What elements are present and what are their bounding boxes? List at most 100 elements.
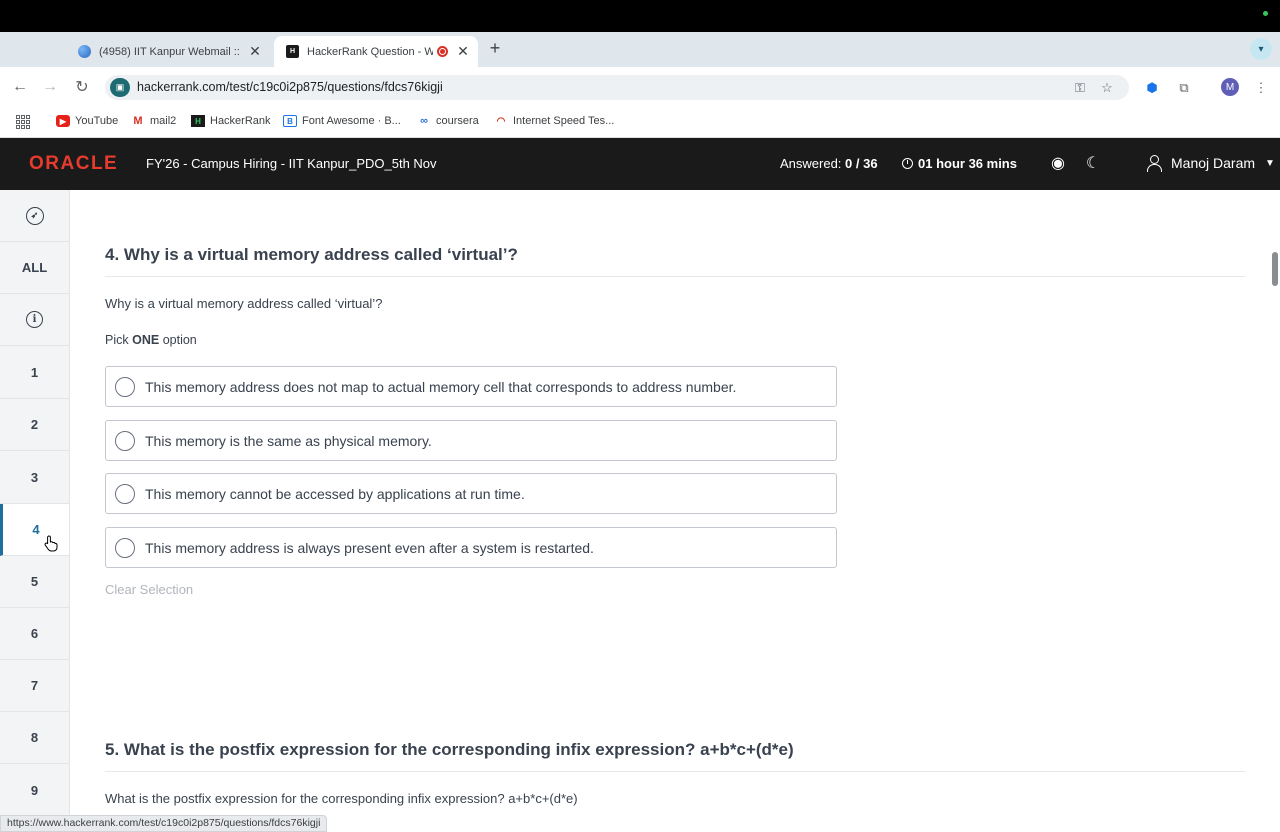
recording-icon (437, 46, 448, 57)
option-label: This memory address is always present ev… (145, 539, 594, 556)
sidebar-item-compass[interactable]: ➶ (0, 190, 69, 242)
user-icon (1146, 154, 1162, 172)
hand-cursor-icon (44, 535, 58, 552)
answer-option[interactable]: This memory address does not map to actu… (105, 366, 837, 407)
apps-grid-icon[interactable] (16, 115, 30, 129)
gmail-icon: M (133, 115, 143, 127)
oracle-logo: ORACLE (29, 153, 119, 174)
pick-bold: ONE (132, 333, 160, 347)
answered-label: Answered: (780, 156, 842, 171)
webmail-favicon-icon (78, 45, 91, 58)
user-menu[interactable]: Manoj Daram ▼ (1146, 154, 1275, 172)
sidebar-item-all[interactable]: ALL (0, 242, 69, 294)
option-label: This memory is the same as physical memo… (145, 432, 432, 449)
kebab-menu-icon[interactable]: ⋮ (1252, 79, 1270, 97)
sidebar-item-question-2[interactable]: 2 (0, 399, 69, 451)
divider (105, 771, 1245, 772)
extension-shield-icon[interactable]: ⬢ (1143, 79, 1161, 97)
bookmark-mail2[interactable]: M mail2 (131, 115, 176, 127)
reload-icon[interactable]: ↻ (70, 75, 94, 99)
extensions-puzzle-icon[interactable]: ⧉ (1175, 79, 1193, 97)
question-title: 5. What is the postfix expression for th… (105, 740, 794, 759)
sidebar-item-question-7[interactable]: 7 (0, 660, 69, 712)
bookmark-label: Internet Speed Tes... (513, 115, 615, 127)
question-navigator: ➶ ALL i 1 2 3 4 5 6 7 8 9 (0, 190, 70, 832)
camera-indicator-dot (1263, 11, 1268, 16)
sidebar-item-question-1[interactable]: 1 (0, 347, 69, 399)
site-info-icon[interactable]: ▣ (110, 78, 130, 97)
sidebar-item-question-8[interactable]: 8 (0, 712, 69, 764)
browser-toolbar: ← → ↻ ▣ hackerrank.com/test/c19c0i2p875/… (0, 67, 1280, 108)
bookmark-label: coursera (436, 115, 479, 127)
moon-icon[interactable]: ☾ (1083, 153, 1103, 173)
url-text: hackerrank.com/test/c19c0i2p875/question… (137, 80, 443, 94)
page-scrollbar[interactable] (1272, 252, 1278, 286)
browser-tab-webmail[interactable]: (4958) IIT Kanpur Webmail :: ✕ (66, 36, 270, 67)
test-header: ORACLE FY'26 - Campus Hiring - IIT Kanpu… (0, 138, 1280, 190)
answered-value: 0 / 36 (845, 156, 878, 171)
bookmark-star-icon[interactable]: ☆ (1098, 79, 1116, 97)
pick-instruction: Pick ONE option (105, 333, 197, 347)
pick-suffix: option (162, 333, 197, 347)
clock-icon (902, 158, 913, 169)
clear-selection-link[interactable]: Clear Selection (105, 582, 193, 597)
answer-option[interactable]: This memory is the same as physical memo… (105, 420, 837, 461)
back-arrow-icon[interactable]: ← (8, 75, 32, 99)
bookmark-label: HackerRank (210, 115, 271, 127)
sidebar-item-question-5[interactable]: 5 (0, 556, 69, 608)
bookmark-speed-test[interactable]: ◠ Internet Speed Tes... (494, 115, 615, 127)
bookmark-coursera[interactable]: ∞ coursera (417, 115, 479, 127)
link-status-bar: https://www.hackerrank.com/test/c19c0i2p… (0, 815, 328, 832)
question-text: Why is a virtual memory address called ‘… (105, 296, 383, 311)
browser-tab-hackerrank[interactable]: H HackerRank Question - W ✕ (274, 36, 478, 67)
new-tab-plus-icon[interactable]: + (486, 38, 504, 59)
browser-tab-strip: (4958) IIT Kanpur Webmail :: ✕ H HackerR… (0, 32, 1280, 67)
bookmarks-bar: ▶ YouTube M mail2 H HackerRank B Font Aw… (0, 108, 1280, 138)
sidebar-item-question-9[interactable]: 9 (0, 765, 69, 817)
chevron-down-icon: ▼ (1265, 157, 1275, 169)
speedometer-icon: ◠ (496, 115, 506, 127)
sidebar-item-info[interactable]: i (0, 294, 69, 346)
answer-option[interactable]: This memory address is always present ev… (105, 527, 837, 568)
password-key-icon[interactable]: ⚿ (1071, 79, 1089, 97)
forward-arrow-icon[interactable]: → (38, 75, 62, 99)
radio-button[interactable] (115, 376, 135, 397)
sidebar-item-question-4[interactable]: 4 (0, 504, 69, 556)
youtube-icon: ▶ (56, 115, 70, 127)
test-title: FY'26 - Campus Hiring - IIT Kanpur_PDO_5… (146, 156, 437, 171)
tab-title: (4958) IIT Kanpur Webmail :: (99, 45, 240, 58)
os-menu-bar (0, 0, 1280, 32)
question-content: 4. Why is a virtual memory address calle… (70, 190, 1280, 832)
question-title: 4. Why is a virtual memory address calle… (105, 245, 518, 264)
hackerrank-icon: H (191, 115, 205, 127)
time-remaining: 01 hour 36 mins (902, 156, 1017, 171)
eye-icon[interactable]: ◉ (1048, 153, 1068, 173)
timer-text: 01 hour 36 mins (918, 156, 1017, 171)
bookmark-font-awesome[interactable]: B Font Awesome · B... (283, 115, 401, 127)
address-bar[interactable]: ▣ hackerrank.com/test/c19c0i2p875/questi… (105, 75, 1129, 100)
sidebar-item-question-6[interactable]: 6 (0, 608, 69, 660)
info-icon: i (26, 311, 43, 328)
sidebar-item-question-3[interactable]: 3 (0, 452, 69, 504)
radio-button[interactable] (115, 483, 135, 504)
bookmark-youtube[interactable]: ▶ YouTube (56, 115, 118, 127)
tab-search-chevron-icon[interactable]: ▾ (1250, 38, 1272, 60)
divider (105, 276, 1245, 277)
coursera-icon: ∞ (420, 115, 428, 127)
bookmark-label: mail2 (150, 115, 177, 127)
bookmark-label: YouTube (75, 115, 119, 127)
close-icon[interactable]: ✕ (456, 43, 470, 60)
user-name: Manoj Daram (1171, 155, 1256, 171)
hackerrank-favicon-icon: H (286, 45, 299, 58)
close-icon[interactable]: ✕ (248, 43, 262, 60)
option-label: This memory address does not map to actu… (145, 378, 737, 395)
question-text: What is the postfix expression for the c… (105, 791, 578, 806)
answer-option[interactable]: This memory cannot be accessed by applic… (105, 473, 837, 514)
bookmark-hackerrank[interactable]: H HackerRank (191, 115, 271, 127)
profile-avatar[interactable]: M (1221, 78, 1239, 96)
bookmark-label: Font Awesome · B... (302, 115, 401, 127)
answered-counter: Answered: 0 / 36 (780, 156, 878, 171)
option-label: This memory cannot be accessed by applic… (145, 485, 525, 502)
radio-button[interactable] (115, 430, 135, 451)
radio-button[interactable] (115, 537, 135, 558)
